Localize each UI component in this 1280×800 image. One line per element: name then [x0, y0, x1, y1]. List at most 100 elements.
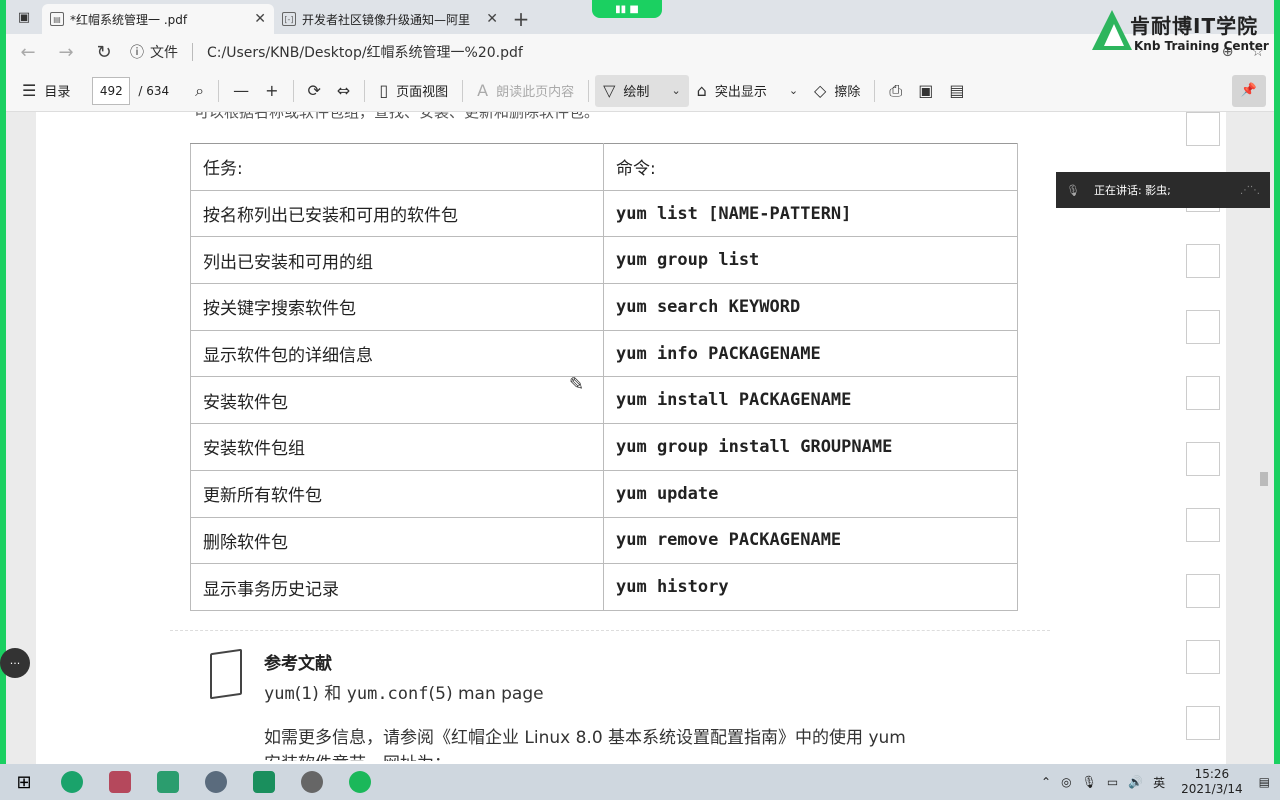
forward-icon[interactable]: → — [54, 42, 78, 63]
scrollbar-thumb[interactable] — [1260, 472, 1268, 486]
save-as-button[interactable]: ▤ — [941, 75, 972, 107]
task-cell: 显示事务历史记录 — [190, 563, 604, 611]
thumbnail[interactable] — [1186, 508, 1220, 542]
display-icon[interactable]: ▭ — [1107, 775, 1118, 789]
taskbar-app-edge[interactable] — [48, 764, 96, 800]
url-text[interactable]: C:/Users/KNB/Desktop/红帽系统管理一%20.pdf — [207, 42, 523, 62]
mic-icon[interactable]: 🎙 — [1082, 775, 1097, 789]
clock[interactable]: 15:26 2021/3/14 — [1181, 767, 1243, 797]
draw-icon: ▽ — [603, 81, 616, 100]
book-icon — [210, 648, 242, 700]
pdf-icon: ▤ — [50, 12, 64, 26]
back-icon[interactable]: ← — [16, 42, 40, 63]
page-number-input[interactable]: 492 — [92, 76, 131, 105]
thumbnail[interactable] — [1186, 112, 1220, 146]
print-button[interactable]: ⎙ — [881, 75, 910, 107]
command-cell: yum info PACKAGENAME — [603, 329, 1018, 378]
taskbar-app[interactable] — [144, 764, 192, 800]
network-icon[interactable]: ◎ — [1061, 775, 1071, 789]
command-cell: yum history — [603, 563, 1018, 611]
input-language[interactable]: 英 — [1153, 774, 1165, 791]
thumbnail[interactable] — [1186, 442, 1220, 476]
chevron-down-icon[interactable]: ⌄ — [789, 84, 798, 97]
table-row: 按关键字搜索软件包 yum search KEYWORD — [190, 283, 1018, 331]
taskbar-app[interactable] — [336, 764, 384, 800]
clock-time: 15:26 — [1194, 767, 1230, 781]
table-row: 列出已安装和可用的组 yum group list — [190, 236, 1018, 285]
thumbnail[interactable] — [1186, 376, 1220, 410]
taskbar-app[interactable] — [96, 764, 144, 800]
tab-pdf[interactable]: ▤ *红帽系统管理一 .pdf ✕ — [42, 4, 274, 34]
notification-icon[interactable]: ▤ — [1259, 775, 1270, 789]
minus-icon: — — [233, 81, 250, 100]
chat-bubble-icon[interactable]: ··· — [0, 648, 30, 678]
header-command: 命令: — [603, 143, 1018, 191]
thumbnail[interactable] — [1186, 706, 1220, 740]
thumbnail-strip — [1186, 112, 1222, 764]
save-button[interactable]: ▣ — [910, 75, 941, 107]
start-button[interactable]: ⊞ — [0, 764, 48, 800]
rotate-button[interactable]: ⟳ — [300, 75, 329, 107]
logo-subtext: Knb Training Center — [1134, 39, 1269, 53]
taskbar-app[interactable] — [240, 764, 288, 800]
thumbnail[interactable] — [1186, 244, 1220, 278]
toc-button[interactable]: ☰ 目录 — [14, 75, 78, 107]
address-bar: ← → ↻ ⓘ 文件 C:/Users/KNB/Desktop/红帽系统管理一%… — [6, 34, 1274, 70]
divider — [462, 79, 464, 102]
new-tab-button[interactable]: + — [506, 4, 536, 34]
thumbnail[interactable] — [1186, 310, 1220, 344]
reference-section: 参考文献 yum(1) 和 yum.conf(5) man page 如需更多信… — [170, 630, 1050, 764]
divider — [588, 79, 590, 102]
volume-icon[interactable]: 🔊 — [1128, 775, 1143, 789]
photos-icon — [253, 771, 275, 793]
file-indicator[interactable]: ⓘ 文件 — [130, 42, 178, 62]
task-cell: 更新所有软件包 — [190, 469, 604, 518]
task-cell: 列出已安装和可用的组 — [190, 236, 604, 285]
table-row: 按名称列出已安装和可用的软件包 yum list [NAME-PATTERN] — [190, 189, 1018, 238]
search-button[interactable]: ⌕ — [187, 75, 212, 107]
speaking-notification: 🎙 正在讲话: 影虫; ⋰⋱ — [1056, 172, 1270, 208]
pencil-cursor-icon: ✎ — [569, 374, 585, 395]
pdf-viewer[interactable]: 可以根据名称或软件包组，查找、安装、更新和删除软件包。 任务: 命令: 按名称列… — [6, 112, 1274, 764]
speaking-text: 正在讲话: 影虫; — [1093, 184, 1171, 197]
tab-aliyun[interactable]: [-] 开发者社区镜像升级通知—阿里 ✕ — [274, 4, 506, 34]
print-icon: ⎙ — [889, 80, 903, 100]
fit-width-button[interactable]: ⇔ — [329, 75, 358, 107]
erase-button[interactable]: ◇ 擦除 — [806, 75, 868, 107]
highlight-label: 突出显示 — [714, 85, 767, 100]
taskbar-app-steam[interactable] — [192, 764, 240, 800]
command-cell: yum list [NAME-PATTERN] — [603, 189, 1018, 238]
thumbnail[interactable] — [1186, 640, 1220, 674]
chevron-down-icon[interactable]: ⌄ — [671, 84, 680, 97]
zoom-in-button[interactable]: + — [257, 75, 286, 107]
edge-icon — [61, 771, 83, 793]
recording-indicator[interactable]: ▮▮ ■ — [592, 0, 662, 18]
refresh-icon[interactable]: ↻ — [92, 42, 116, 63]
read-aloud-button[interactable]: A 朗读此页内容 — [469, 75, 582, 107]
divider — [874, 79, 876, 102]
table-header-row: 任务: 命令: — [190, 143, 1018, 191]
window-menu-icon[interactable]: ▣ — [6, 0, 42, 34]
tab-title: *红帽系统管理一 .pdf — [70, 12, 188, 27]
close-tab-icon[interactable]: ✕ — [486, 11, 498, 27]
close-tab-icon[interactable]: ✕ — [254, 11, 266, 27]
highlight-button[interactable]: ⌂ 突出显示 ⌄ — [689, 75, 806, 107]
command-cell: yum group install GROUPNAME — [603, 423, 1018, 471]
chevron-up-icon[interactable]: ⌃ — [1041, 775, 1051, 789]
page-view-button[interactable]: ▯ 页面视图 — [371, 75, 456, 107]
pin-toolbar-button[interactable]: 📌 — [1232, 74, 1266, 107]
toc-label: 目录 — [44, 85, 71, 100]
zoom-out-button[interactable]: — — [225, 75, 257, 107]
page-view-label: 页面视图 — [396, 85, 449, 100]
reference-man-pages: yum(1) 和 yum.conf(5) man page — [264, 684, 544, 704]
system-tray: ⌃ ◎ 🎙 ▭ 🔊 英 15:26 2021/3/14 ▤ — [1041, 767, 1280, 797]
taskbar-app[interactable] — [288, 764, 336, 800]
draw-button[interactable]: ▽ 绘制 ⌄ — [595, 74, 689, 107]
rotate-icon: ⟳ — [307, 81, 321, 100]
divider — [364, 79, 366, 102]
command-cell: yum search KEYWORD — [603, 283, 1018, 331]
erase-label: 擦除 — [834, 85, 861, 100]
thumbnail[interactable] — [1186, 574, 1220, 608]
read-aloud-icon: A — [477, 81, 489, 100]
reference-title: 参考文献 — [264, 654, 332, 674]
